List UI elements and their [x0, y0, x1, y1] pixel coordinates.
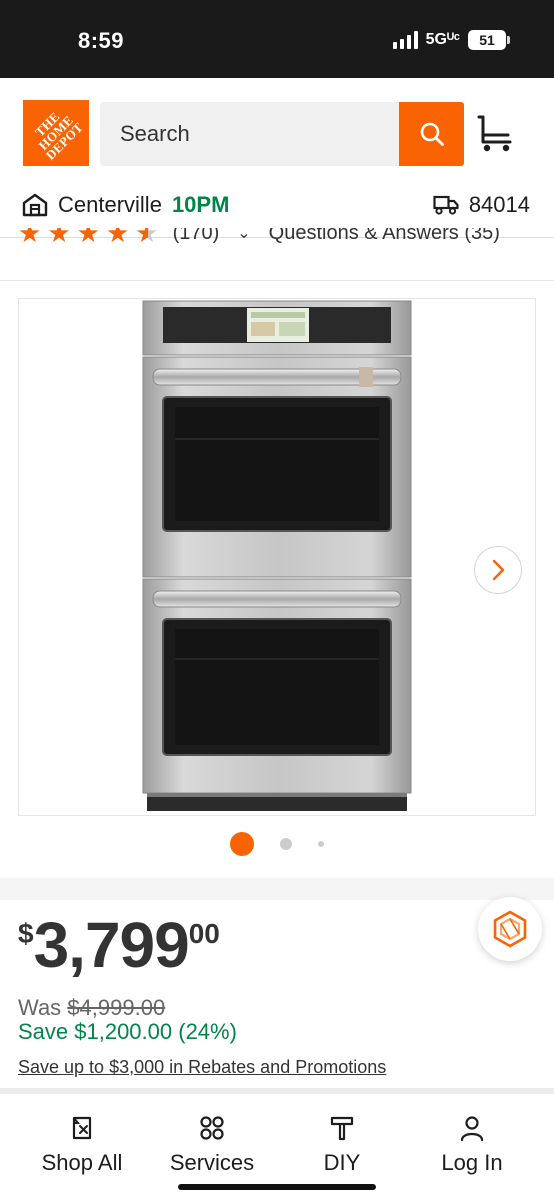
chevron-right-icon	[492, 559, 505, 581]
star-icon: ★	[47, 228, 71, 248]
star-icon: ★	[76, 228, 100, 248]
store-icon	[22, 193, 48, 217]
was-price-row: Was $4,999.00	[18, 995, 165, 1021]
chevron-down-icon[interactable]: ⌄	[237, 228, 250, 243]
delivery-zip[interactable]: 84014	[433, 192, 530, 218]
wall-oven-image	[142, 300, 412, 811]
star-icon: ★	[105, 228, 130, 248]
status-bar: 8:59 5Gᵁᶜ 51	[0, 0, 554, 78]
hexagon-icon	[493, 910, 527, 948]
network-label: 5Gᵁᶜ	[425, 31, 460, 48]
nav-diy[interactable]: DIY	[282, 1114, 402, 1176]
was-label: Was	[18, 995, 62, 1020]
pagination-dot[interactable]	[280, 838, 292, 850]
logo-text: THE HOME DEPOT	[31, 108, 86, 163]
star-icon: ★	[18, 228, 42, 248]
section-divider	[0, 878, 554, 900]
home-depot-logo[interactable]: THE HOME DEPOT	[23, 100, 89, 166]
store-row[interactable]: Centerville 10PM 84014	[22, 188, 530, 222]
store-hours: 10PM	[171, 192, 230, 217]
nav-shop-all[interactable]: Shop All	[22, 1114, 142, 1176]
status-indicators: 5Gᵁᶜ 51	[392, 30, 510, 50]
search-icon	[420, 122, 444, 146]
half-star-icon: ★	[135, 228, 158, 246]
bottom-nav: Shop All Services DIY Log In	[0, 1094, 554, 1200]
cart-icon[interactable]	[476, 114, 516, 154]
rebates-link[interactable]: Save up to $3,000 in Rebates and Promoti…	[18, 1057, 386, 1078]
signal-icon	[392, 31, 418, 49]
was-price: $4,999.00	[67, 995, 166, 1020]
savings-text: Save $1,200.00 (24%)	[18, 1019, 237, 1044]
nav-label: DIY	[323, 1150, 361, 1175]
product-image[interactable]	[18, 298, 536, 816]
ai-assistant-button[interactable]	[478, 897, 542, 961]
pagination-dot[interactable]	[318, 841, 324, 847]
services-icon	[200, 1116, 224, 1140]
home-indicator[interactable]	[178, 1184, 376, 1190]
nav-label: Log In	[441, 1150, 503, 1175]
price: $ 3,799 00	[18, 912, 220, 978]
truck-icon	[433, 195, 459, 215]
nav-services[interactable]: Services	[152, 1114, 272, 1176]
battery-icon: 51	[468, 30, 510, 50]
next-image-button[interactable]	[474, 546, 522, 594]
store-name[interactable]: Centerville	[58, 192, 162, 218]
nav-label: Services	[169, 1150, 255, 1175]
nav-log-in[interactable]: Log In	[412, 1114, 532, 1176]
user-icon	[460, 1116, 484, 1142]
pagination-dot-active[interactable]	[230, 832, 254, 856]
zip-code: 84014	[468, 192, 530, 217]
diy-icon	[330, 1116, 354, 1141]
price-cents: 00	[188, 918, 220, 949]
price-dollars: 3,799	[33, 909, 190, 981]
rating-count[interactable]: (170)	[173, 228, 220, 245]
gallery-pagination	[0, 832, 554, 856]
search-placeholder: Search	[120, 121, 190, 146]
search-input[interactable]: Search	[100, 102, 400, 166]
site-header: THE HOME DEPOT Search Centerville 10PM 8…	[0, 78, 554, 238]
questions-answers-link[interactable]: Questions & Answers (35)	[269, 228, 500, 245]
price-currency: $	[18, 918, 34, 949]
battery-level: 51	[479, 32, 495, 48]
status-time: 8:59	[78, 28, 125, 53]
ratings-strip[interactable]: ★ ★ ★ ★ ★ (170) ⌄ Questions & Answers (3…	[18, 228, 538, 250]
nav-label: Shop All	[41, 1150, 123, 1175]
search-button[interactable]	[399, 102, 464, 166]
shop-all-icon	[72, 1116, 92, 1140]
